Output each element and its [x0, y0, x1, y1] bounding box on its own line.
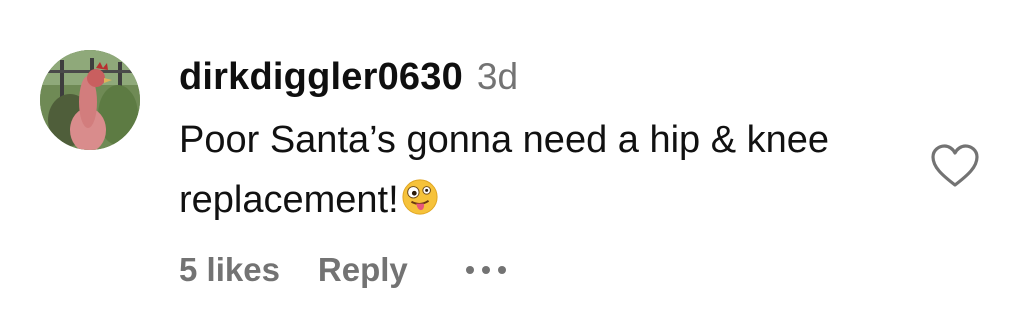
comment: dirkdiggler0630 3d Poor Santa’s gonna ne…: [0, 0, 1024, 330]
comment-body: dirkdiggler0630 3d Poor Santa’s gonna ne…: [179, 56, 879, 230]
reply-button[interactable]: Reply: [318, 251, 408, 289]
more-dot: [465, 266, 474, 274]
comment-actions: 5 likes Reply: [179, 248, 506, 292]
more-dot: [497, 266, 506, 274]
comment-text-content: Poor Santa’s gonna need a hip & knee rep…: [179, 119, 830, 221]
likes-count[interactable]: 5 likes: [179, 251, 280, 289]
comment-text: Poor Santa’s gonna need a hip & knee rep…: [179, 110, 869, 230]
timestamp: 3d: [476, 56, 519, 97]
zany-face-emoji: [402, 179, 438, 215]
avatar-image: [40, 50, 140, 150]
comment-header: dirkdiggler0630 3d: [179, 56, 879, 106]
username[interactable]: dirkdiggler0630: [179, 56, 463, 99]
heart-outline-icon[interactable]: [930, 143, 980, 189]
avatar[interactable]: [40, 50, 140, 150]
more-options-icon[interactable]: [465, 266, 506, 274]
more-dot: [481, 266, 490, 274]
